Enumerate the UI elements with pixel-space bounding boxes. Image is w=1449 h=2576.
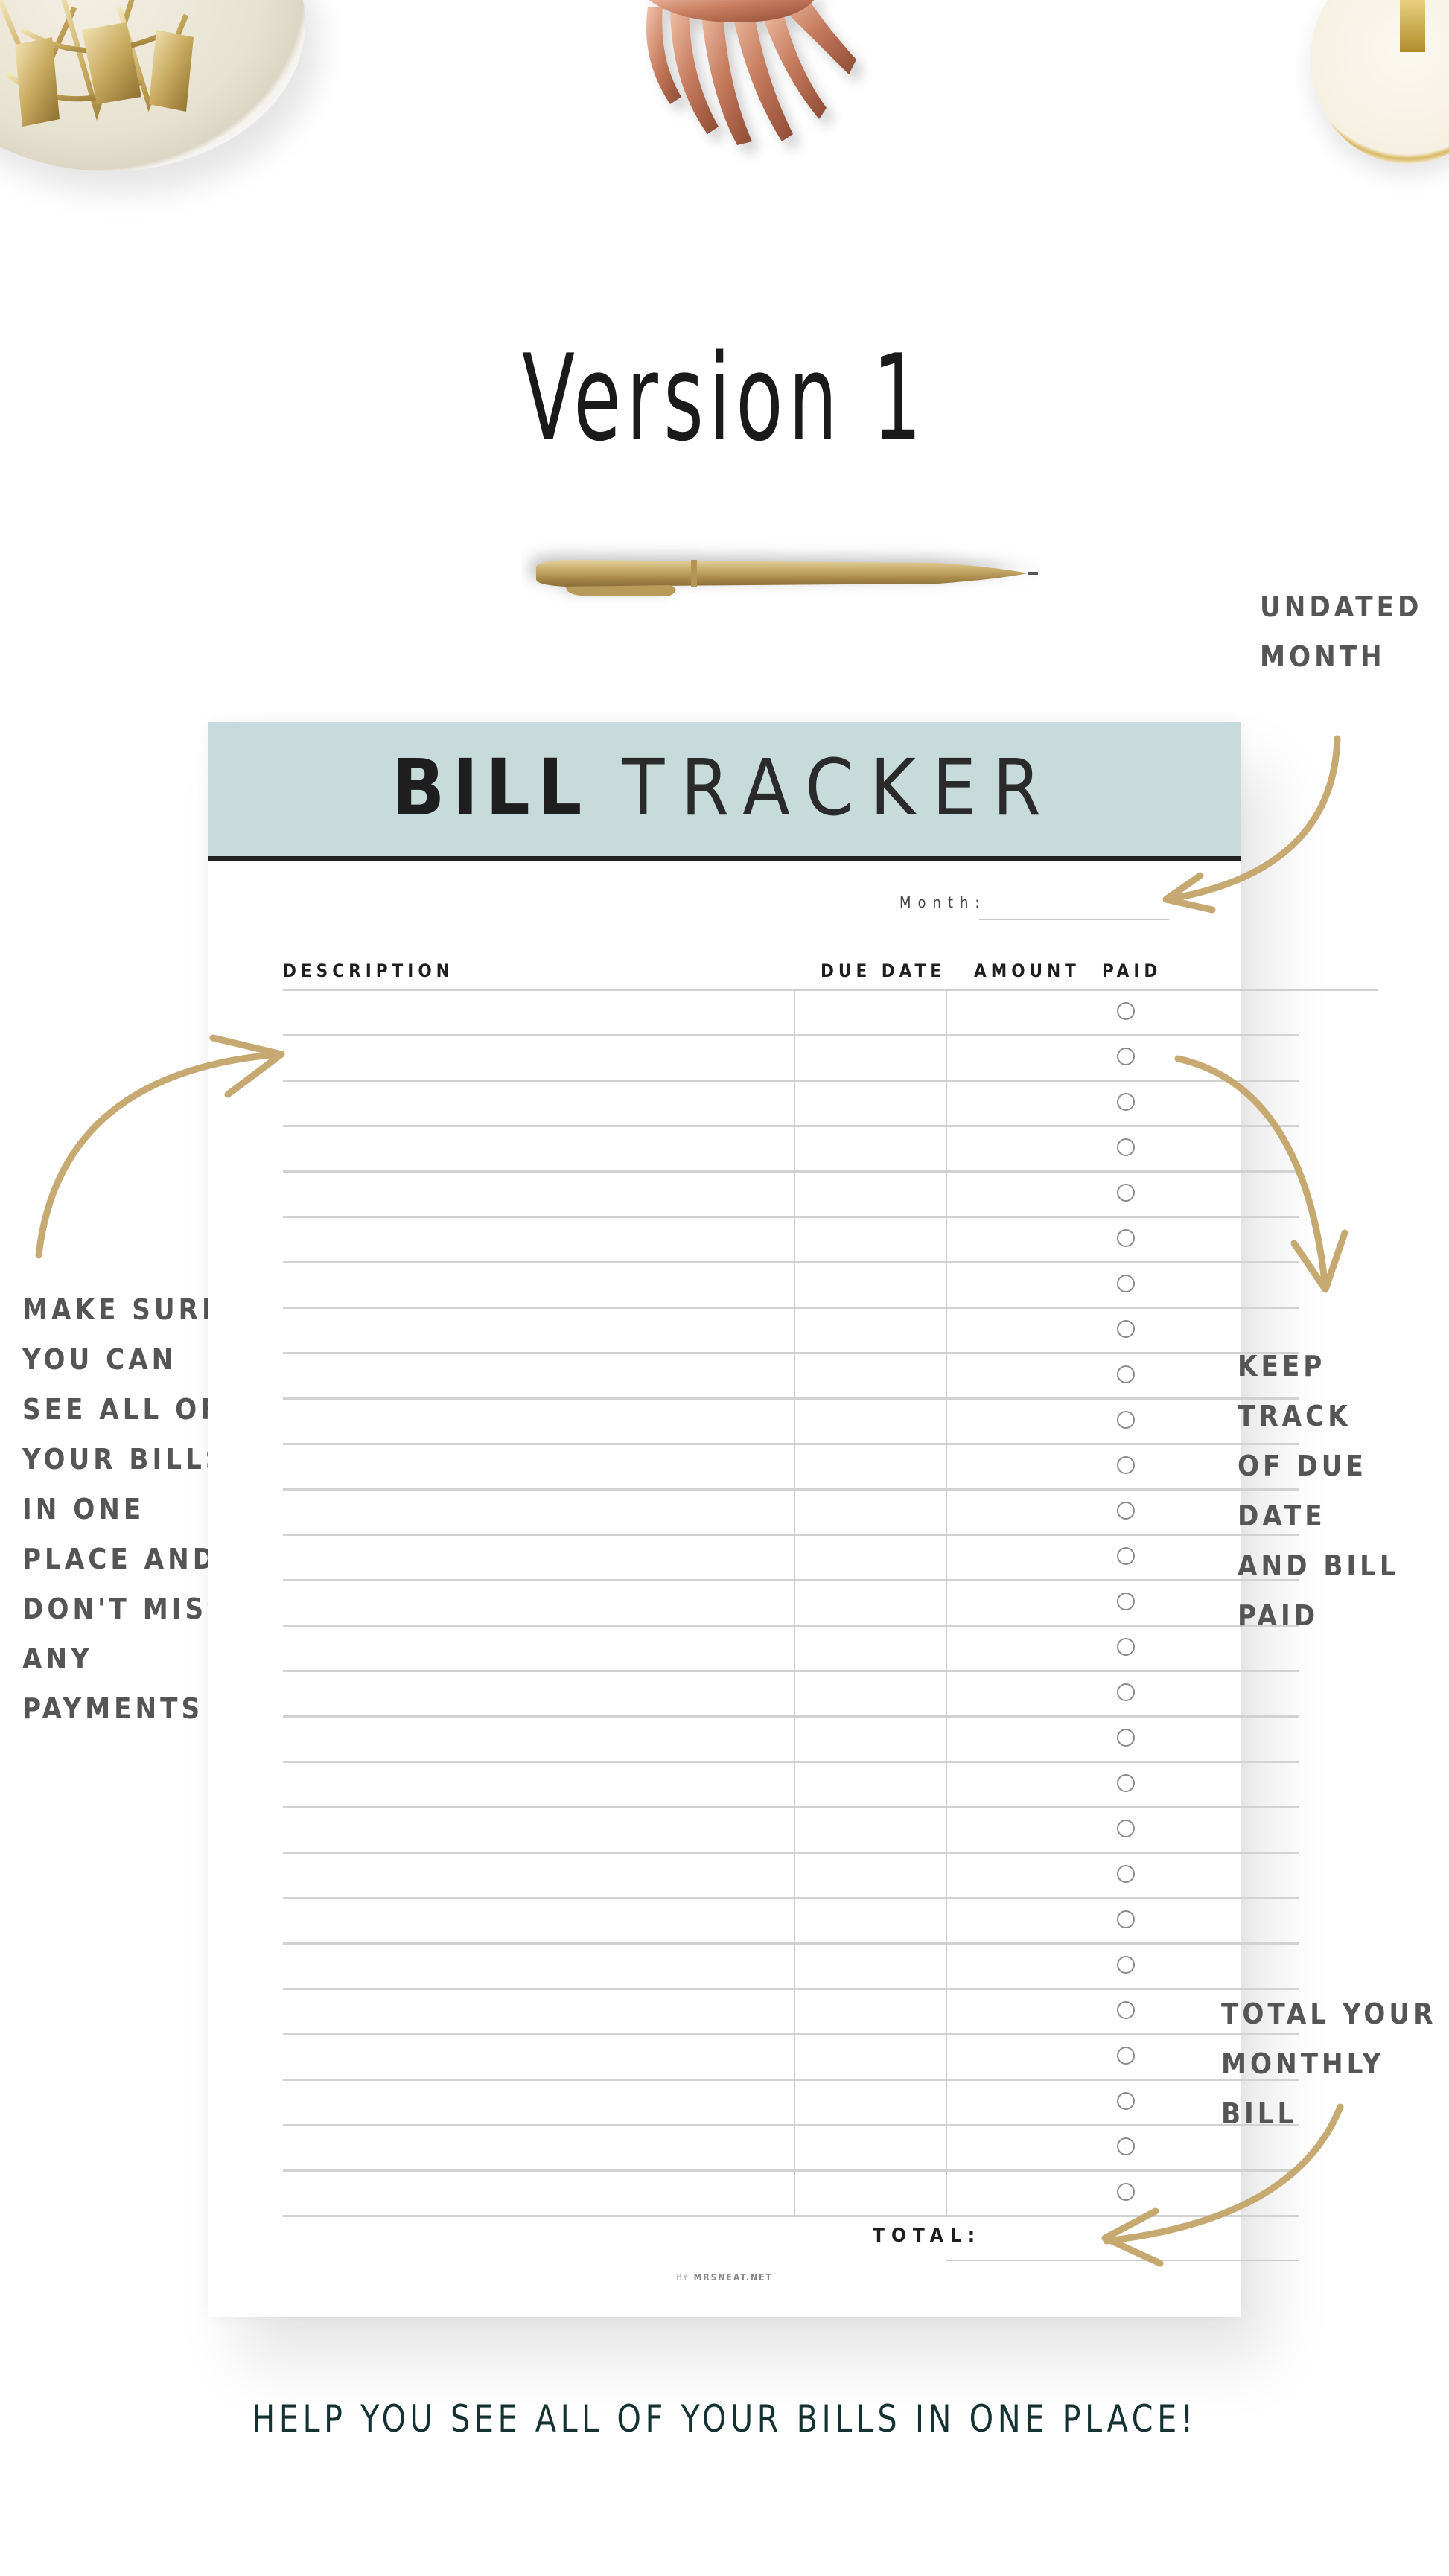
arrow-total-icon — [1101, 2103, 1344, 2267]
tagline: HELP YOU SEE ALL OF YOUR BILLS IN ONE PL… — [252, 2397, 1197, 2440]
arrows-layer — [35, 735, 1348, 2267]
arrow-keep-track-icon — [1174, 1055, 1348, 1293]
arrow-make-sure-icon — [35, 1034, 285, 1259]
arrow-undated-month-icon — [1162, 735, 1341, 914]
